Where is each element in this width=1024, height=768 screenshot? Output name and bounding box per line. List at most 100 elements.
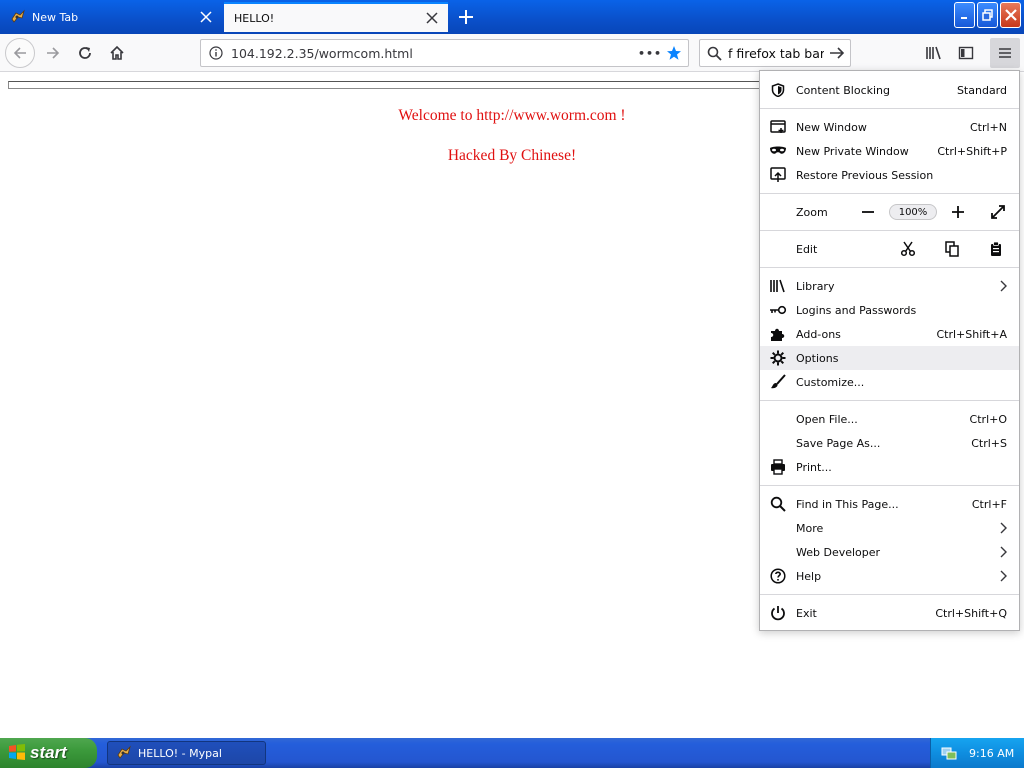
page-actions-button[interactable]: ••• xyxy=(638,47,661,60)
close-tab-icon[interactable] xyxy=(194,5,218,29)
system-tray: 9:16 AM xyxy=(930,738,1024,768)
menu-item-restore-session[interactable]: Restore Previous Session xyxy=(760,163,1019,187)
network-icon[interactable] xyxy=(941,745,957,761)
fullscreen-button[interactable] xyxy=(983,198,1013,226)
search-bar[interactable]: f firefox tab bar xyxy=(699,39,851,67)
chevron-right-icon xyxy=(993,280,1013,292)
chevron-right-icon xyxy=(993,570,1013,582)
app-menu-panel: Content Blocking Standard New Window Ctr… xyxy=(759,70,1020,631)
zoom-out-button[interactable] xyxy=(853,198,883,226)
menu-item-shortcut: Ctrl+O xyxy=(969,412,1007,426)
sidebar-button[interactable] xyxy=(951,38,981,68)
menu-item-content-blocking[interactable]: Content Blocking Standard xyxy=(760,78,1019,102)
menu-item-shortcut: Ctrl+F xyxy=(971,497,1007,511)
printer-icon xyxy=(760,459,796,475)
restore-button[interactable] xyxy=(977,2,998,28)
menu-item-logins[interactable]: Logins and Passwords xyxy=(760,298,1019,322)
menu-item-label: New Private Window xyxy=(796,144,909,158)
tab-new-tab[interactable]: New Tab xyxy=(0,2,222,32)
menu-item-more[interactable]: More xyxy=(760,516,1019,540)
menu-item-label: Library xyxy=(796,279,835,293)
back-button[interactable] xyxy=(5,38,35,68)
start-label: start xyxy=(30,743,67,762)
menu-separator xyxy=(760,108,1019,109)
menu-item-exit[interactable]: Exit Ctrl+Shift+Q xyxy=(760,601,1019,625)
taskbar: start HELLO! - Mypal 9:16 AM xyxy=(0,738,1024,768)
minimize-button[interactable] xyxy=(954,2,975,28)
help-icon xyxy=(760,568,796,584)
menu-separator xyxy=(760,594,1019,595)
info-icon[interactable] xyxy=(201,46,231,60)
puzzle-icon xyxy=(760,326,796,342)
forward-button[interactable] xyxy=(38,38,68,68)
menu-separator xyxy=(760,485,1019,486)
power-icon xyxy=(760,605,796,621)
menu-item-library[interactable]: Library xyxy=(760,274,1019,298)
new-tab-button[interactable] xyxy=(452,4,480,30)
menu-item-shortcut: Ctrl+Shift+A xyxy=(936,327,1007,341)
new-window-icon xyxy=(760,120,796,134)
copy-button[interactable] xyxy=(937,235,967,263)
mypal-logo-icon xyxy=(10,9,26,25)
url-text[interactable]: 104.192.2.35/wormcom.html xyxy=(231,46,638,61)
menu-item-shortcut: Ctrl+Shift+Q xyxy=(935,606,1007,620)
paintbrush-icon xyxy=(760,374,796,390)
tab-strip: New Tab HELLO! xyxy=(0,0,1024,34)
menu-item-label: Edit xyxy=(796,242,818,256)
zoom-reset-button[interactable]: 100% xyxy=(889,204,937,220)
menu-item-edit: Edit xyxy=(760,231,1019,267)
search-input[interactable]: f firefox tab bar xyxy=(728,46,824,61)
open-menu-button[interactable] xyxy=(990,38,1020,68)
zoom-in-button[interactable] xyxy=(943,198,973,226)
menu-item-label: Print... xyxy=(796,460,832,474)
close-window-button[interactable] xyxy=(1000,2,1021,28)
menu-item-label: Help xyxy=(796,569,822,583)
menu-item-save-page[interactable]: Save Page As... Ctrl+S xyxy=(760,431,1019,455)
menu-item-customize[interactable]: Customize... xyxy=(760,370,1019,394)
start-button[interactable]: start xyxy=(0,738,97,768)
menu-item-new-window[interactable]: New Window Ctrl+N xyxy=(760,115,1019,139)
tab-title: New Tab xyxy=(32,10,79,24)
menu-item-shortcut: Ctrl+Shift+P xyxy=(937,144,1007,158)
cut-button[interactable] xyxy=(893,235,923,263)
paste-button[interactable] xyxy=(981,235,1011,263)
library-icon xyxy=(760,279,796,293)
menu-separator xyxy=(760,267,1019,268)
menu-item-options[interactable]: Options xyxy=(760,346,1019,370)
menu-item-print[interactable]: Print... xyxy=(760,455,1019,479)
menu-item-shortcut: Ctrl+S xyxy=(971,436,1007,450)
private-mask-icon xyxy=(760,146,796,156)
menu-item-label: Web Developer xyxy=(796,545,881,559)
menu-item-web-developer[interactable]: Web Developer xyxy=(760,540,1019,564)
url-bar[interactable]: 104.192.2.35/wormcom.html ••• xyxy=(200,39,689,67)
key-icon xyxy=(760,305,796,315)
search-go-arrow-icon[interactable] xyxy=(824,45,850,61)
content-blocking-value: Standard xyxy=(956,83,1007,97)
menu-item-open-file[interactable]: Open File... Ctrl+O xyxy=(760,407,1019,431)
home-button[interactable] xyxy=(102,38,132,68)
menu-item-addons[interactable]: Add-ons Ctrl+Shift+A xyxy=(760,322,1019,346)
menu-item-label: Logins and Passwords xyxy=(796,303,917,317)
menu-item-label: Options xyxy=(796,351,839,365)
chevron-right-icon xyxy=(993,546,1013,558)
bookmark-star-icon[interactable] xyxy=(660,45,688,61)
shield-icon xyxy=(760,83,796,97)
menu-item-label: Zoom xyxy=(796,205,828,219)
menu-item-label: Open File... xyxy=(796,412,858,426)
menu-item-label: Save Page As... xyxy=(796,436,881,450)
taskbar-item-mypal[interactable]: HELLO! - Mypal xyxy=(107,741,266,765)
tab-hello[interactable]: HELLO! xyxy=(224,2,448,32)
mypal-logo-icon xyxy=(116,745,132,761)
menu-item-new-private-window[interactable]: New Private Window Ctrl+Shift+P xyxy=(760,139,1019,163)
close-tab-icon[interactable] xyxy=(420,6,444,30)
restore-session-icon xyxy=(760,167,796,183)
chevron-right-icon xyxy=(993,522,1013,534)
zoom-controls: 100% xyxy=(853,198,1019,226)
menu-item-label: Restore Previous Session xyxy=(796,168,934,182)
menu-item-label: Find in This Page... xyxy=(796,497,899,511)
menu-item-label: Add-ons xyxy=(796,327,841,341)
library-button[interactable] xyxy=(919,38,949,68)
menu-item-help[interactable]: Help xyxy=(760,564,1019,588)
menu-item-find[interactable]: Find in This Page... Ctrl+F xyxy=(760,492,1019,516)
reload-button[interactable] xyxy=(70,38,100,68)
